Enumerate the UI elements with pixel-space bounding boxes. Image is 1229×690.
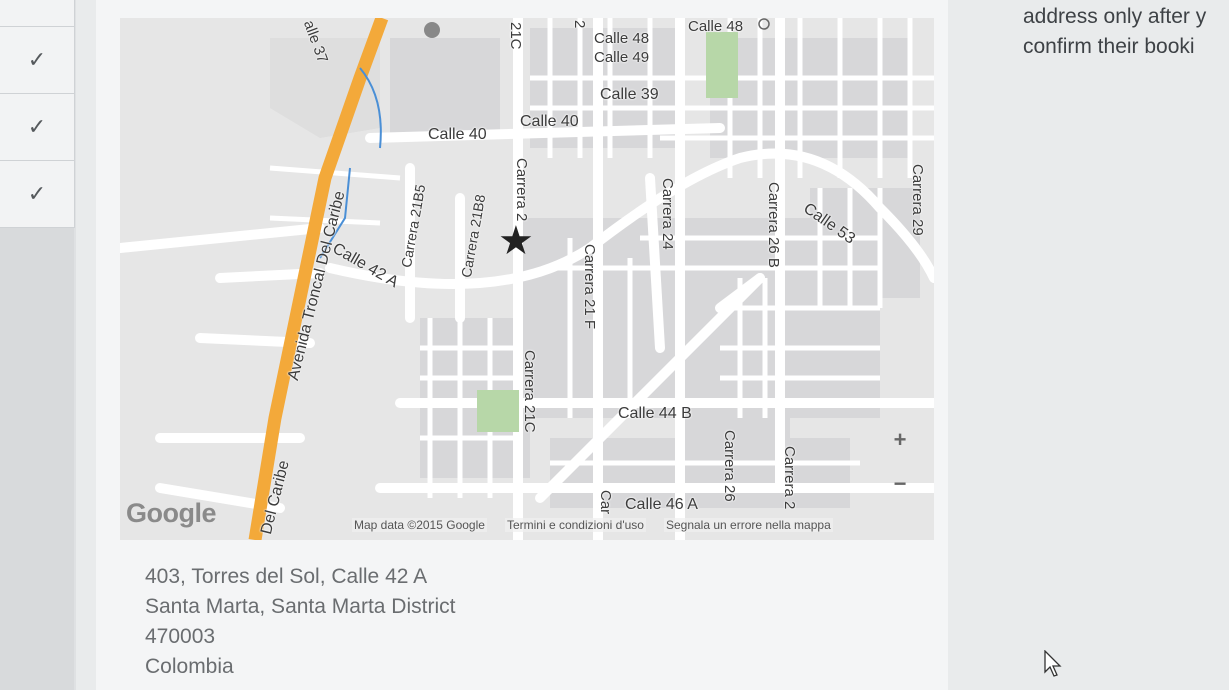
- address-block: 403, Torres del Sol, Calle 42 A Santa Ma…: [145, 562, 455, 682]
- location-star-marker[interactable]: ★: [498, 221, 534, 261]
- left-panel-lower: [0, 228, 74, 690]
- mouse-cursor-icon: [1044, 649, 1062, 683]
- street-label: Carrera 2: [781, 446, 798, 510]
- report-error-link[interactable]: Segnala un errore nella mappa: [663, 518, 833, 532]
- street-label: Carrera 26: [721, 430, 738, 502]
- street-label: Carrera 26 B: [765, 182, 782, 268]
- map-attribution: Map data ©2015 Google Termini e condizio…: [352, 518, 833, 532]
- street-label: Car: [597, 490, 614, 515]
- map-canvas: [120, 18, 934, 540]
- google-logo[interactable]: Google: [126, 498, 217, 529]
- checklist-row[interactable]: ✓: [0, 161, 74, 228]
- checklist: ✓ ✓ ✓: [0, 0, 75, 228]
- zoom-out-button[interactable]: −: [886, 470, 914, 498]
- zoom-in-button[interactable]: +: [886, 426, 914, 454]
- checklist-row[interactable]: ✓: [0, 94, 74, 161]
- park-area: [706, 32, 738, 98]
- checkmark-icon: ✓: [27, 114, 47, 139]
- info-line: confirm their booki: [1023, 35, 1195, 58]
- address-line: Santa Marta, Santa Marta District: [145, 595, 456, 618]
- street-label: Calle 44 B: [618, 405, 692, 422]
- left-column: ✓ ✓ ✓: [0, 0, 76, 690]
- info-text: address only after y confirm their booki: [1023, 2, 1206, 62]
- address-line: 403, Torres del Sol, Calle 42 A: [145, 565, 428, 588]
- checkmark-icon: ✓: [27, 181, 47, 206]
- street-label: Carrera 21C: [521, 350, 538, 433]
- street-label: Carrera 21 F: [581, 244, 598, 330]
- map-view[interactable]: Calle 48 Calle 48 Calle 49 Calle 39 Call…: [120, 18, 934, 540]
- terms-link[interactable]: Termini e condizioni d'uso: [504, 518, 646, 532]
- street-label: 2: [571, 20, 588, 29]
- checklist-row-top: [0, 0, 74, 27]
- checkmark-icon: ✓: [27, 47, 47, 72]
- street-label: Calle 49: [594, 49, 650, 66]
- info-line: address only after y: [1023, 5, 1207, 28]
- park-area: [477, 390, 519, 432]
- checklist-row[interactable]: ✓: [0, 27, 74, 94]
- street-label: 21C: [507, 22, 524, 50]
- street-label: Calle 46 A: [625, 496, 698, 513]
- street-label: Calle 48: [688, 18, 744, 35]
- country: Colombia: [145, 655, 234, 678]
- postal-code: 470003: [145, 625, 216, 648]
- street-label: Carrera 2: [513, 158, 530, 222]
- street-label: Calle 40: [428, 126, 487, 143]
- street-label: Calle 48: [594, 30, 650, 47]
- street-label: Calle 40: [520, 113, 579, 130]
- street-label: Carrera 24: [659, 178, 676, 250]
- street-label: Carrera 29: [909, 164, 926, 236]
- street-label: Calle 39: [600, 86, 659, 103]
- map-data-credit: Map data ©2015 Google: [352, 518, 487, 532]
